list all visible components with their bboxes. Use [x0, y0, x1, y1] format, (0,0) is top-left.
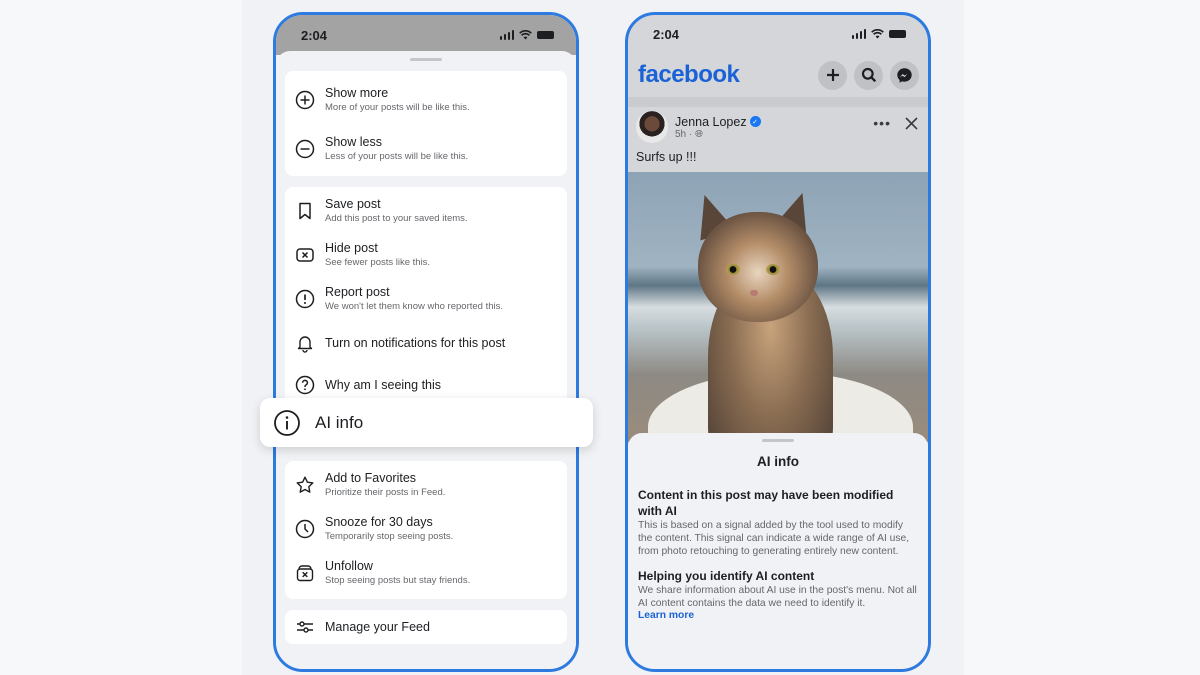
bookmark-icon [295, 201, 315, 221]
menu-item-hide-post[interactable]: Hide post See fewer posts like this. [285, 237, 567, 273]
cat-nose [750, 290, 758, 296]
feed-divider [628, 97, 928, 107]
sheet-handle[interactable] [410, 58, 442, 61]
star-icon [295, 475, 315, 495]
plus-circle-icon [295, 90, 315, 110]
sheet-handle[interactable] [762, 439, 794, 442]
hide-x-box-icon [295, 245, 315, 265]
options-group-feed-preference: Show more More of your posts will be like… [285, 71, 567, 176]
menu-item-report-post[interactable]: Report post We won't let them know who re… [285, 281, 567, 317]
status-time: 2:04 [301, 27, 328, 43]
options-group-follow: Add to Favorites Prioritize their posts i… [285, 461, 567, 599]
post-time[interactable]: 5h [675, 129, 686, 140]
battery-icon [537, 31, 554, 39]
menu-item-add-to-favorites[interactable]: Add to Favorites Prioritize their posts i… [285, 467, 567, 503]
minus-circle-icon [295, 139, 315, 159]
ai-section2-heading: Helping you identify AI content [638, 569, 815, 583]
menu-item-unfollow[interactable]: Unfollow Stop seeing posts but stay frien… [285, 555, 567, 591]
globe-icon: 🌐︎ [695, 128, 704, 140]
search-button[interactable] [854, 60, 883, 90]
left-phone: 2:04 Show more More of your posts will be… [273, 12, 579, 672]
question-circle-icon [295, 375, 315, 395]
messenger-button[interactable] [890, 60, 919, 90]
author-avatar[interactable] [636, 111, 668, 143]
status-bar: 2:04 [628, 15, 928, 53]
clock-icon [295, 519, 315, 539]
bell-icon [295, 333, 315, 353]
app-header: facebook [628, 53, 928, 97]
ai-info-label: AI info [315, 412, 364, 432]
menu-item-snooze[interactable]: Snooze for 30 days Temporarily stop seein… [285, 511, 567, 547]
search-icon [861, 67, 876, 83]
sliders-icon [295, 617, 315, 637]
menu-item-show-more[interactable]: Show more More of your posts will be like… [285, 80, 567, 120]
exclamation-circle-icon [295, 289, 315, 309]
close-icon[interactable] [905, 116, 918, 130]
options-group-manage: Manage your Feed [285, 610, 567, 644]
signal-icon [851, 29, 866, 39]
info-circle-icon [273, 409, 301, 437]
post-caption: Surfs up !!! [636, 150, 697, 164]
menu-item-turn-on-notifications[interactable]: Turn on notifications for this post [285, 325, 567, 361]
post-options-sheet: Show more More of your posts will be like… [276, 51, 576, 669]
ai-info-sheet: AI info Content in this post may have be… [628, 433, 928, 669]
facebook-logo[interactable]: facebook [638, 61, 740, 89]
learn-more-link[interactable]: Learn more [638, 610, 918, 621]
menu-item-manage-your-feed[interactable]: Manage your Feed [285, 610, 567, 644]
ai-section1-heading: Content in this post may have been modif… [638, 488, 894, 518]
cat-head [698, 212, 818, 322]
wifi-icon [519, 30, 532, 40]
ai-section1-body: This is based on a signal added by the t… [638, 520, 910, 557]
signal-icon [499, 30, 514, 40]
wifi-icon [871, 29, 884, 39]
post-header: Jenna Lopez ✓ 5h · 🌐︎ ••• [628, 107, 928, 147]
menu-item-save-post[interactable]: Save post Add this post to your saved ite… [285, 193, 567, 229]
battery-icon [889, 30, 906, 38]
right-phone: 2:04 facebook Jenna Lopez ✓ 5h · 🌐︎ ••• S… [625, 12, 931, 672]
cat-eye-left [726, 264, 740, 275]
verified-badge-icon: ✓ [749, 116, 761, 127]
menu-item-show-less[interactable]: Show less Less of your posts will be like… [285, 129, 567, 169]
unfollow-icon [295, 563, 315, 583]
messenger-icon [897, 67, 912, 83]
ai-sheet-title: AI info [757, 454, 799, 469]
cat-eye-right [766, 264, 780, 275]
post-image-cat-on-surfboard[interactable] [628, 172, 928, 442]
plus-icon [826, 69, 839, 81]
create-button[interactable] [818, 60, 847, 90]
more-options-button[interactable]: ••• [873, 115, 891, 131]
status-bar: 2:04 [276, 15, 576, 55]
author-name[interactable]: Jenna Lopez [675, 115, 747, 129]
menu-item-ai-info-highlighted[interactable]: AI info [260, 398, 593, 447]
status-time: 2:04 [653, 26, 680, 42]
ai-section2-body: We share information about AI use in the… [638, 585, 917, 609]
